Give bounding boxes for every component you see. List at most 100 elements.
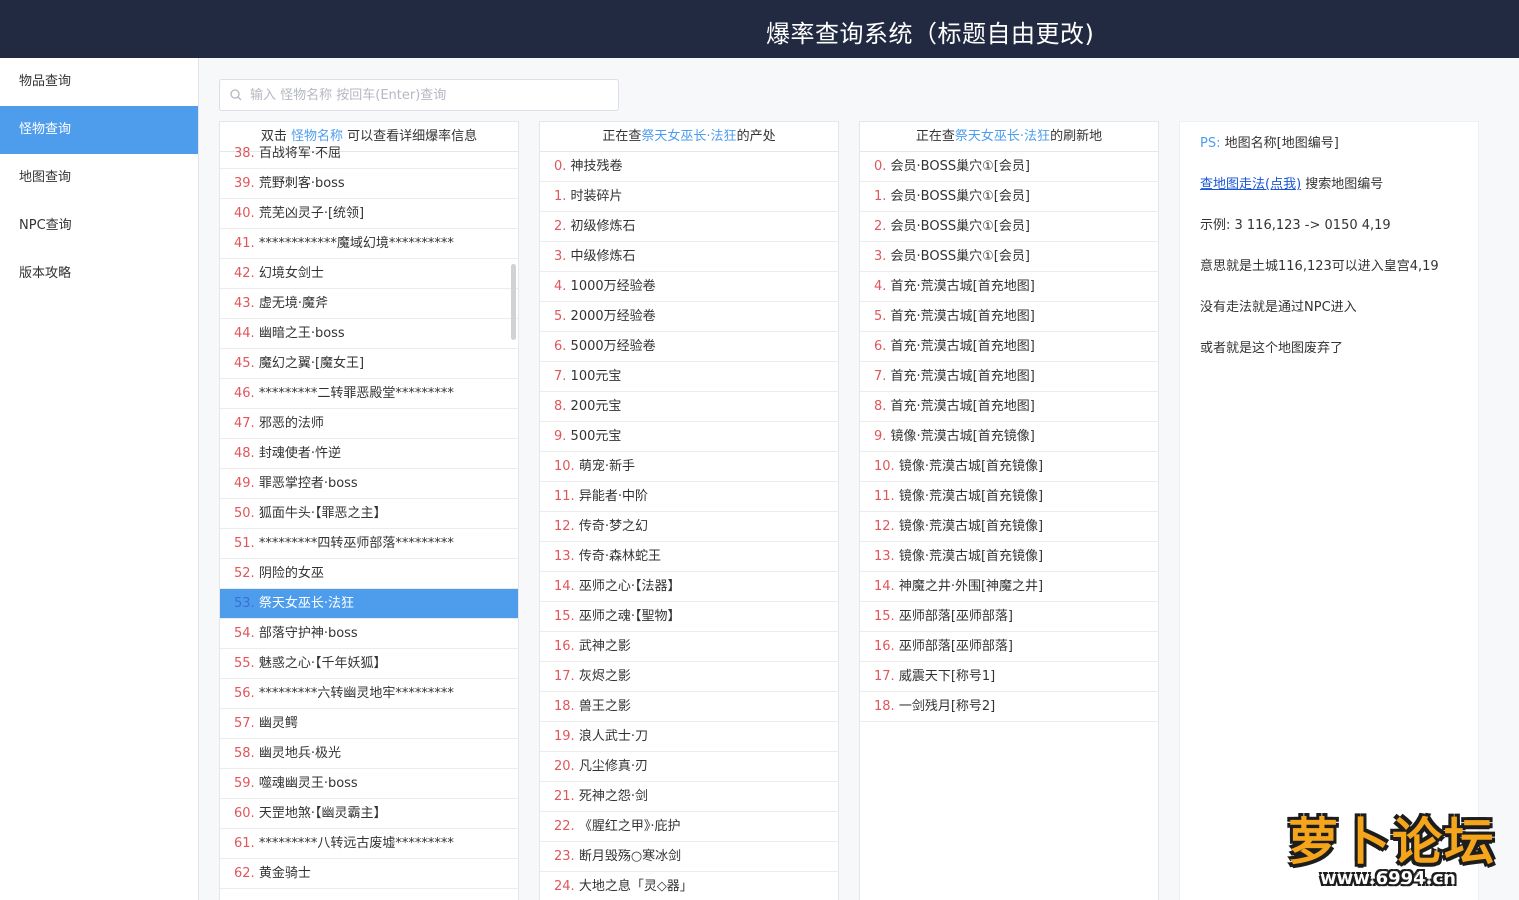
- list-item[interactable]: 3. 会员·BOSS巢穴①[会员]: [860, 242, 1158, 272]
- item-name: 巫师部落[巫师部落]: [898, 609, 1013, 624]
- list-item[interactable]: 13. 镜像·荒漠古城[首充镜像]: [860, 542, 1158, 572]
- sidebar-item-item-query[interactable]: 物品查询: [0, 58, 198, 106]
- list-item[interactable]: 7. 100元宝: [540, 362, 838, 392]
- list-item[interactable]: 16. 巫师部落[巫师部落]: [860, 632, 1158, 662]
- list-item[interactable]: 2. 初级修炼石: [540, 212, 838, 242]
- example-line: 示例: 3 116,123 -> 0150 4,19: [1200, 218, 1391, 233]
- item-index: 11: [554, 489, 571, 504]
- list-item[interactable]: 5. 2000万经验卷: [540, 302, 838, 332]
- search-input[interactable]: [250, 80, 610, 110]
- list-item[interactable]: 4. 首充·荒漠古城[首充地图]: [860, 272, 1158, 302]
- list-item[interactable]: 45. 魔幻之翼·[魔女王]: [220, 349, 518, 379]
- list-item[interactable]: 8. 首充·荒漠古城[首充地图]: [860, 392, 1158, 422]
- item-index: 21: [554, 789, 571, 804]
- item-name: 萌宠·新手: [578, 459, 635, 474]
- sidebar-item-map-query[interactable]: 地图查询: [0, 154, 198, 202]
- item-name: 神技残卷: [570, 159, 623, 174]
- map-route-link[interactable]: 查地图走法(点我): [1200, 177, 1301, 192]
- list-item[interactable]: 12. 镜像·荒漠古城[首充镜像]: [860, 512, 1158, 542]
- list-item[interactable]: 18. 一剑残月[称号2]: [860, 692, 1158, 722]
- sidebar-item-monster-query[interactable]: 怪物查询: [0, 106, 198, 154]
- list-item[interactable]: 23. 断月毁殇○寒冰剑: [540, 842, 838, 872]
- list-item[interactable]: 6. 5000万经验卷: [540, 332, 838, 362]
- item-name: *********二转罪恶殿堂*********: [258, 386, 454, 401]
- list-item[interactable]: 17. 威震天下[称号1]: [860, 662, 1158, 692]
- list-item[interactable]: 20. 凡尘修真·刃: [540, 752, 838, 782]
- list-item[interactable]: 62. 黄金骑士: [220, 859, 518, 889]
- list-item[interactable]: 3. 中级修炼石: [540, 242, 838, 272]
- item-name: *********四转巫师部落*********: [258, 536, 454, 551]
- monster-list-scrollbar[interactable]: [511, 264, 516, 340]
- list-item[interactable]: 46. *********二转罪恶殿堂*********: [220, 379, 518, 409]
- item-name: 2000万经验卷: [570, 309, 656, 324]
- list-item[interactable]: 61. *********八转远古废墟*********: [220, 829, 518, 859]
- list-item[interactable]: 41. ************魔域幻境**********: [220, 229, 518, 259]
- list-item[interactable]: 60. 天罡地煞·【幽灵霸主】: [220, 799, 518, 829]
- list-item[interactable]: 49. 罪恶掌控者·boss: [220, 469, 518, 499]
- item-index-dot: .: [570, 609, 579, 624]
- list-item[interactable]: 1. 会员·BOSS巢穴①[会员]: [860, 182, 1158, 212]
- list-item[interactable]: 7. 首充·荒漠古城[首充地图]: [860, 362, 1158, 392]
- list-item[interactable]: 5. 首充·荒漠古城[首充地图]: [860, 302, 1158, 332]
- list-item[interactable]: 10. 萌宠·新手: [540, 452, 838, 482]
- list-item[interactable]: 6. 首充·荒漠古城[首充地图]: [860, 332, 1158, 362]
- item-index: 18: [554, 699, 571, 714]
- list-item[interactable]: 50. 狐面牛头·【罪恶之主】: [220, 499, 518, 529]
- list-item[interactable]: 57. 幽灵鳄: [220, 709, 518, 739]
- list-item[interactable]: 9. 500元宝: [540, 422, 838, 452]
- item-index: 62: [234, 866, 251, 881]
- list-item[interactable]: 22. 《腥红之甲》·庇护: [540, 812, 838, 842]
- list-item[interactable]: 58. 幽灵地兵·极光: [220, 739, 518, 769]
- list-item[interactable]: 11. 异能者·中阶: [540, 482, 838, 512]
- list-item[interactable]: 48. 封魂使者·忤逆: [220, 439, 518, 469]
- list-item[interactable]: 9. 镜像·荒漠古城[首充镜像]: [860, 422, 1158, 452]
- monster-list-panel: 双击 怪物名称 可以查看详细爆率信息 38. 百战将军·不屈 39. 荒野刺客·b…: [219, 121, 519, 900]
- item-name: 巫师之心·【法器】: [578, 579, 681, 594]
- list-item[interactable]: 59. 噬魂幽灵王·boss: [220, 769, 518, 799]
- list-item[interactable]: 53. 祭天女巫长·法狂: [220, 589, 518, 619]
- list-item[interactable]: 1. 时装碎片: [540, 182, 838, 212]
- list-item[interactable]: 14. 神魔之井·外围[神魔之井]: [860, 572, 1158, 602]
- list-item[interactable]: 39. 荒野刺客·boss: [220, 169, 518, 199]
- list-item[interactable]: 40. 荒芜凶灵子·[统领]: [220, 199, 518, 229]
- list-item[interactable]: 0. 会员·BOSS巢穴①[会员]: [860, 152, 1158, 182]
- list-item[interactable]: 2. 会员·BOSS巢穴①[会员]: [860, 212, 1158, 242]
- item-index-dot: .: [250, 686, 259, 701]
- item-index-dot: .: [882, 309, 891, 324]
- sidebar-item-npc-query[interactable]: NPC查询: [0, 202, 198, 250]
- list-item[interactable]: 21. 死神之怨·剑: [540, 782, 838, 812]
- list-item[interactable]: 51. *********四转巫师部落*********: [220, 529, 518, 559]
- list-item[interactable]: 24. 大地之息「灵◇器」: [540, 872, 838, 900]
- list-item[interactable]: 13. 传奇·森林蛇王: [540, 542, 838, 572]
- item-index: 40: [234, 206, 251, 221]
- item-index: 16: [554, 639, 571, 654]
- search-box[interactable]: [219, 79, 619, 111]
- app-title: 爆率查询系统（标题自由更改): [766, 20, 1095, 48]
- list-item[interactable]: 10. 镜像·荒漠古城[首充镜像]: [860, 452, 1158, 482]
- list-item[interactable]: 14. 巫师之心·【法器】: [540, 572, 838, 602]
- list-item[interactable]: 4. 1000万经验卷: [540, 272, 838, 302]
- list-item[interactable]: 44. 幽暗之王·boss: [220, 319, 518, 349]
- list-item[interactable]: 52. 阴险的女巫: [220, 559, 518, 589]
- sidebar-item-guide[interactable]: 版本攻略: [0, 250, 198, 298]
- list-item[interactable]: 43. 虚无境·魔斧: [220, 289, 518, 319]
- list-item[interactable]: 0. 神技残卷: [540, 152, 838, 182]
- list-item[interactable]: 15. 巫师之魂·【聖物】: [540, 602, 838, 632]
- list-item[interactable]: 47. 邪恶的法师: [220, 409, 518, 439]
- list-item[interactable]: 11. 镜像·荒漠古城[首充镜像]: [860, 482, 1158, 512]
- list-item[interactable]: 42. 幻境女剑士: [220, 259, 518, 289]
- list-item[interactable]: 19. 浪人武士·刀: [540, 722, 838, 752]
- list-item[interactable]: 17. 灰烬之影: [540, 662, 838, 692]
- item-index: 15: [554, 609, 571, 624]
- item-name: 灰烬之影: [578, 669, 631, 684]
- list-item[interactable]: 55. 魅惑之心·【千年妖狐】: [220, 649, 518, 679]
- list-item[interactable]: 16. 武神之影: [540, 632, 838, 662]
- list-item[interactable]: 18. 兽王之影: [540, 692, 838, 722]
- list-item[interactable]: 12. 传奇·梦之幻: [540, 512, 838, 542]
- list-item[interactable]: 54. 部落守护神·boss: [220, 619, 518, 649]
- list-item[interactable]: 56. *********六转幽灵地牢*********: [220, 679, 518, 709]
- item-index: 51: [234, 536, 251, 551]
- list-item[interactable]: 15. 巫师部落[巫师部落]: [860, 602, 1158, 632]
- list-item[interactable]: 8. 200元宝: [540, 392, 838, 422]
- item-index-dot: .: [890, 579, 899, 594]
